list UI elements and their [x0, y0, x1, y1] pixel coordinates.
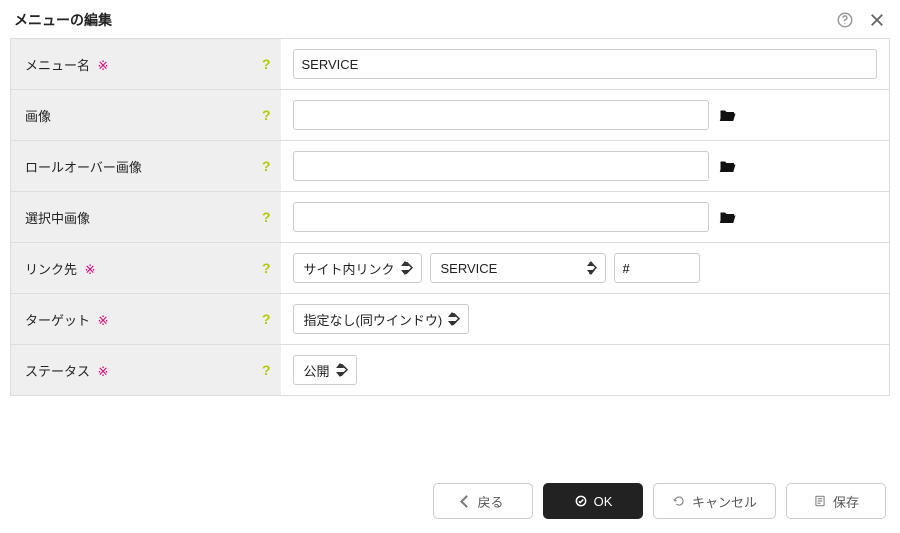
- link-anchor-input[interactable]: [614, 253, 700, 283]
- label-link: リンク先 ※ ?: [11, 243, 281, 294]
- value-target: 指定なし(同ウインドウ): [281, 294, 890, 345]
- field-help-icon[interactable]: ?: [262, 158, 271, 174]
- field-help-icon[interactable]: ?: [262, 311, 271, 327]
- label-menu-name: メニュー名 ※ ?: [11, 39, 281, 90]
- field-help-icon[interactable]: ?: [262, 209, 271, 225]
- label-text: 画像: [25, 109, 51, 124]
- back-button[interactable]: 戻る: [433, 483, 533, 519]
- link-page-select[interactable]: SERVICE: [430, 253, 606, 283]
- folder-open-icon[interactable]: [719, 158, 737, 174]
- cancel-button[interactable]: キャンセル: [653, 483, 776, 519]
- link-type-value: サイト内リンク: [304, 259, 395, 278]
- required-mark: ※: [98, 58, 109, 73]
- status-value: 公開: [304, 361, 330, 380]
- back-label: 戻る: [477, 492, 503, 511]
- sort-arrows-icon: [401, 261, 411, 275]
- required-mark: ※: [98, 364, 109, 379]
- value-menu-name: [281, 39, 890, 90]
- value-image: [281, 90, 890, 141]
- label-text: ターゲット: [25, 313, 90, 328]
- save-icon: [813, 494, 827, 508]
- field-help-icon[interactable]: ?: [262, 362, 271, 378]
- menu-name-input[interactable]: [293, 49, 878, 79]
- sort-arrows-icon: [448, 312, 458, 326]
- button-bar: 戻る OK キャンセル 保存: [433, 483, 886, 519]
- label-text: メニュー名: [25, 58, 90, 73]
- field-help-icon[interactable]: ?: [262, 260, 271, 276]
- ok-button[interactable]: OK: [543, 483, 643, 519]
- field-help-icon[interactable]: ?: [262, 107, 271, 123]
- dialog-title: メニューの編集: [14, 10, 112, 30]
- label-text: ステータス: [25, 364, 90, 379]
- label-selected-image: 選択中画像 ?: [11, 192, 281, 243]
- field-help-icon[interactable]: ?: [262, 56, 271, 72]
- label-image: 画像 ?: [11, 90, 281, 141]
- target-select[interactable]: 指定なし(同ウインドウ): [293, 304, 470, 334]
- label-rollover-image: ロールオーバー画像 ?: [11, 141, 281, 192]
- label-text: 選択中画像: [25, 211, 90, 226]
- link-page-value: SERVICE: [441, 261, 498, 276]
- value-status: 公開: [281, 345, 890, 396]
- value-selected-image: [281, 192, 890, 243]
- check-circle-icon: [574, 494, 588, 508]
- required-mark: ※: [98, 313, 109, 328]
- chevron-left-icon: [462, 494, 471, 509]
- status-select[interactable]: 公開: [293, 355, 357, 385]
- label-text: ロールオーバー画像: [25, 160, 142, 175]
- folder-open-icon[interactable]: [719, 107, 737, 123]
- form-table: メニュー名 ※ ? 画像 ? ロールオーバー画像 ?: [10, 38, 890, 396]
- selected-image-input[interactable]: [293, 202, 709, 232]
- folder-open-icon[interactable]: [719, 209, 737, 225]
- close-icon[interactable]: [868, 11, 886, 29]
- dialog-header: メニューの編集: [0, 0, 900, 38]
- undo-icon: [672, 494, 686, 508]
- required-mark: ※: [85, 262, 96, 277]
- image-input[interactable]: [293, 100, 709, 130]
- link-type-select[interactable]: サイト内リンク: [293, 253, 422, 283]
- sort-arrows-icon: [336, 363, 346, 377]
- save-button[interactable]: 保存: [786, 483, 886, 519]
- label-target: ターゲット ※ ?: [11, 294, 281, 345]
- save-label: 保存: [833, 492, 859, 511]
- label-status: ステータス ※ ?: [11, 345, 281, 396]
- help-icon[interactable]: [836, 11, 854, 29]
- ok-label: OK: [594, 494, 613, 509]
- cancel-label: キャンセル: [692, 492, 757, 511]
- target-value: 指定なし(同ウインドウ): [304, 310, 443, 329]
- label-text: リンク先: [25, 262, 77, 277]
- sort-arrows-icon: [587, 261, 597, 275]
- value-rollover-image: [281, 141, 890, 192]
- value-link: サイト内リンク SERVICE: [281, 243, 890, 294]
- rollover-image-input[interactable]: [293, 151, 709, 181]
